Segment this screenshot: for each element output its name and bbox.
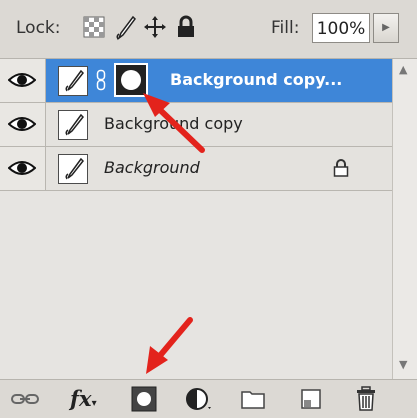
layers-bottom-toolbar: fx▾ [0, 379, 417, 418]
eye-icon [8, 73, 36, 87]
layer-lock-icon [333, 159, 349, 177]
fill-label: Fill: [271, 18, 300, 38]
mask-link-icon[interactable] [96, 69, 106, 91]
layer-mask-thumbnail[interactable] [114, 63, 148, 97]
lock-label: Lock: [16, 18, 61, 38]
fill-slider-button[interactable]: ▶ [373, 13, 399, 43]
lock-all-icon[interactable] [175, 15, 201, 41]
new-group-icon[interactable] [240, 386, 266, 412]
visibility-toggle[interactable] [0, 147, 46, 190]
layer-thumbnail[interactable] [58, 154, 88, 184]
link-layers-icon[interactable] [10, 386, 39, 412]
fx-icon[interactable]: fx▾ [70, 386, 104, 412]
brush-thumbnail-icon [65, 157, 85, 180]
lock-position-icon[interactable] [143, 15, 169, 41]
fill-input[interactable]: 100% [312, 13, 370, 43]
lock-image-pixels-icon[interactable] [113, 15, 139, 41]
add-layer-mask-icon[interactable] [131, 386, 157, 412]
fx-label: fx [70, 386, 92, 411]
layers-panel: Lock: Fill: 100% ▶ Background copy... Ba… [0, 0, 417, 418]
scroll-up-icon[interactable]: ▲ [399, 63, 407, 76]
layer-name[interactable]: Background copy... [170, 70, 342, 89]
layer-row-background-copy[interactable]: Background copy [0, 103, 392, 147]
eye-icon [8, 161, 36, 175]
brush-thumbnail-icon [65, 69, 85, 92]
trash-icon[interactable] [354, 386, 380, 412]
visibility-toggle[interactable] [0, 59, 46, 102]
layer-row-background[interactable]: Background [0, 147, 392, 191]
layers-top-bar: Lock: Fill: 100% ▶ [0, 0, 417, 59]
layers-scrollbar[interactable]: ▲ ▼ [392, 59, 417, 379]
visibility-toggle[interactable] [0, 103, 46, 146]
scroll-down-icon[interactable]: ▼ [399, 358, 407, 371]
layer-thumbnail[interactable] [58, 66, 88, 96]
layers-list: Background copy... Background copy Backg… [0, 59, 392, 379]
adjustment-layer-icon[interactable] [185, 386, 211, 412]
layer-name[interactable]: Background [104, 158, 200, 177]
new-layer-icon[interactable] [298, 386, 324, 412]
brush-thumbnail-icon [65, 113, 85, 136]
layer-thumbnail[interactable] [58, 110, 88, 140]
lock-transparent-pixels-icon[interactable] [82, 15, 108, 41]
eye-icon [8, 117, 36, 131]
layer-row-background-copy-mask[interactable]: Background copy... [0, 59, 392, 103]
layer-name[interactable]: Background copy [104, 114, 243, 133]
